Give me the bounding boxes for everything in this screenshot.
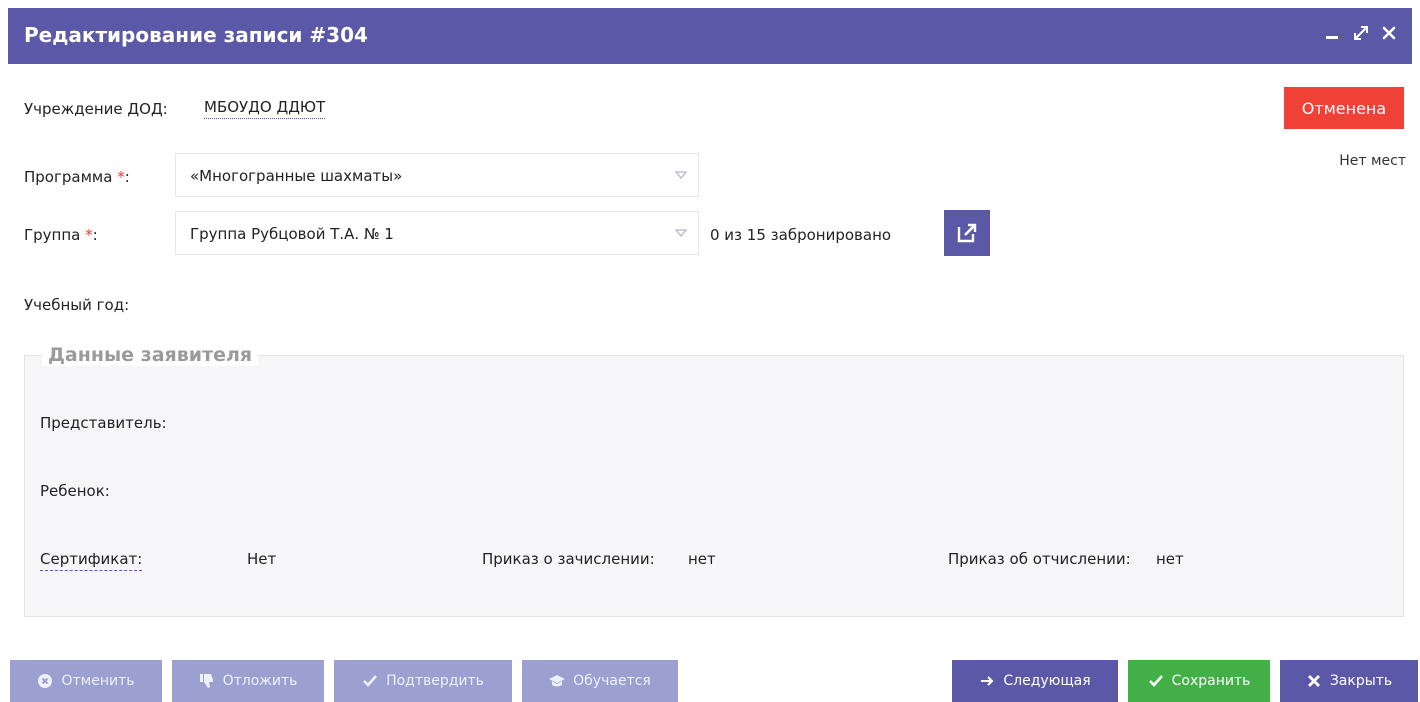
enroll-order-value: нет	[688, 550, 716, 568]
program-select[interactable]: «Многогранные шахматы»	[175, 153, 699, 197]
caret-down-icon	[674, 169, 688, 181]
group-select[interactable]: Группа Рубцовой Т.А. № 1	[175, 211, 699, 255]
graduation-cap-icon	[549, 675, 566, 687]
arrow-right-icon	[981, 676, 994, 686]
window-title: Редактирование записи #304	[24, 23, 368, 47]
window-titlebar: Редактирование записи #304	[8, 8, 1412, 64]
postpone-button-label: Отложить	[222, 673, 298, 689]
next-button[interactable]: Следующая	[952, 660, 1118, 702]
caret-down-icon	[674, 227, 688, 239]
confirm-button[interactable]: Подтвердить	[334, 660, 512, 702]
enroll-order-label: Приказ о зачислении:	[482, 550, 655, 568]
school-year-label: Учебный год:	[24, 296, 130, 314]
group-label-text: Группа	[24, 226, 81, 244]
applicant-fieldset	[24, 355, 1404, 617]
status-badge: Отменена	[1284, 87, 1404, 129]
child-label: Ребенок:	[40, 482, 110, 500]
group-select-value: Группа Рубцовой Т.А. № 1	[190, 225, 394, 243]
applicant-legend: Данные заявителя	[42, 344, 259, 366]
booked-count: 0 из 15 забронировано	[710, 226, 892, 244]
close-icon	[1307, 675, 1320, 687]
studying-button-label: Обучается	[573, 673, 651, 689]
check-icon	[1148, 675, 1163, 687]
no-seats-text: Нет мест	[1339, 153, 1406, 169]
postpone-button[interactable]: Отложить	[172, 660, 324, 702]
thumbs-down-icon	[199, 674, 213, 688]
certificate-value: Нет	[247, 550, 277, 568]
close-button-label: Закрыть	[1329, 673, 1393, 689]
studying-button[interactable]: Обучается	[522, 660, 678, 702]
edit-external-icon	[957, 223, 977, 243]
minimize-icon[interactable]	[1324, 24, 1342, 42]
institution-label: Учреждение ДОД:	[24, 100, 168, 118]
program-select-value: «Многогранные шахматы»	[190, 167, 403, 185]
next-button-label: Следующая	[1003, 673, 1091, 689]
check-icon	[363, 675, 378, 687]
cancel-button[interactable]: Отменить	[10, 660, 162, 702]
institution-link[interactable]: МБОУДО ДДЮТ	[204, 98, 326, 119]
close-icon[interactable]	[1380, 24, 1398, 42]
save-button[interactable]: Сохранить	[1128, 660, 1270, 702]
required-mark: *	[117, 168, 125, 186]
maximize-icon[interactable]	[1352, 24, 1370, 42]
save-button-label: Сохранить	[1171, 673, 1251, 689]
required-mark: *	[85, 226, 93, 244]
certificate-label[interactable]: Сертификат:	[40, 550, 143, 571]
group-label: Группа *:	[24, 226, 98, 244]
certificate-link[interactable]: Сертификат:	[40, 550, 143, 571]
confirm-button-label: Подтвердить	[386, 673, 484, 689]
close-button[interactable]: Закрыть	[1280, 660, 1418, 702]
window-controls	[1324, 24, 1398, 42]
program-label: Программа *:	[24, 168, 130, 186]
representative-label: Представитель:	[40, 414, 167, 432]
expel-order-value: нет	[1156, 550, 1184, 568]
cancel-button-label: Отменить	[61, 673, 135, 689]
edit-group-button[interactable]	[944, 210, 990, 256]
group-label-colon: :	[92, 226, 98, 244]
program-label-colon: :	[124, 168, 130, 186]
x-circle-icon	[38, 674, 53, 688]
expel-order-label: Приказ об отчислении:	[948, 550, 1131, 568]
program-label-text: Программа	[24, 168, 113, 186]
